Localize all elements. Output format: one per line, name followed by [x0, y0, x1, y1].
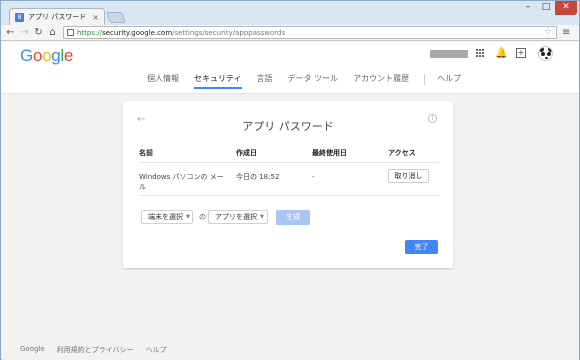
- reload-icon[interactable]: ↻: [33, 27, 44, 38]
- url-path: /settings/security/apppasswords: [172, 28, 286, 37]
- nav-item-personal-info[interactable]: 個人情報: [147, 74, 179, 90]
- nav-divider: [424, 73, 426, 85]
- app-select-value: アプリを選択: [215, 213, 257, 221]
- address-bar[interactable]: https://security.google.com/settings/sec…: [63, 26, 557, 39]
- browser-window: 8 アプリ パスワード - アカウント設定 × – □ ✕ ← → ↻ ⌂ ht…: [0, 0, 580, 360]
- chevron-down-icon: ▼: [186, 214, 190, 220]
- home-icon[interactable]: ⌂: [47, 27, 58, 38]
- column-header-access: アクセス: [388, 149, 416, 157]
- new-tab-button[interactable]: [105, 12, 127, 23]
- maximize-icon[interactable]: □: [537, 1, 555, 15]
- url-scheme: https://: [77, 28, 103, 37]
- page: Google 🔔 + 個人情報 セキュリティ 言語 データ ツール アカウント履…: [2, 42, 579, 360]
- account-nav: 個人情報 セキュリティ 言語 データ ツール アカウント履歴 ヘルプ: [147, 73, 476, 90]
- url-host: security.google.com: [102, 28, 173, 37]
- created-date-cell: 今日の 18:52: [236, 173, 280, 181]
- column-header-last-used: 最終使用日: [312, 149, 347, 157]
- user-name-redacted: [430, 50, 468, 58]
- tab-strip: 8 アプリ パスワード - アカウント設定 × – □ ✕: [1, 1, 579, 25]
- notifications-bell-icon[interactable]: 🔔: [495, 48, 507, 59]
- google-logo[interactable]: Google: [20, 46, 73, 66]
- app-name-cell: Windows パソコンの メール: [139, 173, 224, 191]
- last-used-cell: -: [312, 173, 315, 181]
- url-text: https://security.google.com/settings/sec…: [77, 29, 285, 37]
- revoke-button[interactable]: 取り消し: [388, 169, 429, 183]
- app-passwords-card: ← i アプリ パスワード 名前 作成日 最終使用日 アクセス Windows …: [123, 101, 453, 268]
- browser-tab[interactable]: 8 アプリ パスワード - アカウント設定 ×: [9, 8, 105, 25]
- column-header-created: 作成日: [236, 149, 257, 157]
- done-button[interactable]: 完了: [405, 240, 438, 254]
- app-select[interactable]: アプリを選択 ▼: [208, 210, 268, 224]
- device-select-value: 端末を選択: [148, 213, 183, 221]
- nav-item-language[interactable]: 言語: [257, 74, 273, 90]
- footer-link-google[interactable]: Google: [20, 345, 45, 355]
- browser-toolbar: ← → ↻ ⌂ https://security.google.com/sett…: [1, 25, 579, 41]
- table-divider: [139, 195, 439, 196]
- page-title: アプリ パスワード: [242, 120, 334, 133]
- nav-item-data-tools[interactable]: データ ツール: [288, 74, 339, 90]
- footer-link-help[interactable]: ヘルプ: [146, 345, 167, 355]
- tab-title: アプリ パスワード - アカウント設定: [28, 13, 88, 21]
- account-header: Google 🔔 + 個人情報 セキュリティ 言語 データ ツール アカウント履…: [2, 42, 579, 94]
- generate-button[interactable]: 生成: [276, 210, 310, 225]
- window-controls: – □ ✕: [519, 1, 577, 15]
- nav-item-account-history[interactable]: アカウント履歴: [353, 74, 409, 90]
- minimize-icon[interactable]: –: [519, 1, 537, 15]
- footer: Google 利用規約とプライバシー ヘルプ: [20, 345, 167, 355]
- chevron-down-icon: ▼: [260, 214, 264, 220]
- forward-icon[interactable]: →: [19, 27, 30, 38]
- close-window-icon[interactable]: ✕: [555, 1, 577, 15]
- nav-item-help[interactable]: ヘルプ: [437, 74, 461, 90]
- footer-link-terms-privacy[interactable]: 利用規約とプライバシー: [57, 345, 134, 355]
- of-label: の: [199, 213, 206, 221]
- device-select[interactable]: 端末を選択 ▼: [141, 210, 193, 224]
- tab-close-icon[interactable]: ×: [92, 13, 99, 22]
- bookmark-star-icon[interactable]: ☆: [544, 27, 552, 38]
- column-header-name: 名前: [139, 149, 153, 157]
- nav-item-security[interactable]: セキュリティ: [194, 74, 242, 90]
- lock-icon: [67, 29, 74, 36]
- apps-grid-icon[interactable]: [476, 49, 485, 58]
- menu-icon[interactable]: ≡: [562, 27, 570, 38]
- google-favicon-icon: 8: [15, 12, 24, 22]
- share-plus-icon[interactable]: +: [516, 48, 526, 58]
- table-divider: [139, 162, 439, 163]
- avatar[interactable]: [538, 46, 553, 61]
- back-icon[interactable]: ←: [5, 27, 16, 38]
